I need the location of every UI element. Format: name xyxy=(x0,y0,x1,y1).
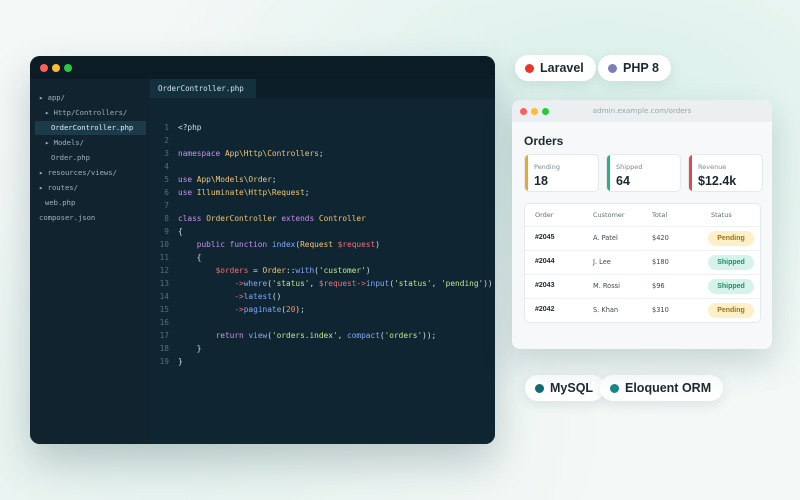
code-line: 4 xyxy=(164,162,169,171)
column-header-status[interactable]: Status xyxy=(711,211,732,219)
status-badge: Pending xyxy=(708,303,754,318)
order-id: #2045 xyxy=(535,234,555,241)
code-line: 7 xyxy=(164,201,169,210)
code-line: 19} xyxy=(159,357,183,366)
column-header-total[interactable]: Total xyxy=(652,211,667,219)
stat-accent-bar xyxy=(607,155,610,191)
php-dot-icon xyxy=(608,63,617,73)
code-editor-window: ▸ app/ ▸ Http/Controllers/ OrderControll… xyxy=(30,56,495,444)
column-header-customer[interactable]: Customer xyxy=(593,211,625,219)
code-line: 15 ->paginate(20); xyxy=(159,305,305,314)
browser-titlebar: admin.example.com/orders xyxy=(512,100,772,122)
stat-value: 64 xyxy=(616,174,630,188)
code-line: 17 return view('orders.index', compact('… xyxy=(159,331,437,340)
tree-file-order[interactable]: Order.php xyxy=(51,151,90,165)
stat-card-revenue: Revenue $12.4k xyxy=(688,154,763,192)
pill-label: Laravel xyxy=(540,61,584,75)
stat-label: Shipped xyxy=(616,163,643,171)
file-explorer: ▸ app/ ▸ Http/Controllers/ OrderControll… xyxy=(30,79,150,444)
stat-accent-bar xyxy=(525,155,528,191)
status-badge: Shipped xyxy=(708,255,754,270)
order-total: $180 xyxy=(652,258,669,266)
order-id: #2044 xyxy=(535,258,555,265)
stat-accent-bar xyxy=(689,155,692,191)
admin-browser-window: admin.example.com/orders Orders Pending … xyxy=(512,100,772,349)
code-line: 8 class OrderController extends Controlle… xyxy=(164,214,366,223)
tree-folder-http-controllers[interactable]: ▸ Http/Controllers/ xyxy=(45,106,127,120)
pill-label: Eloquent ORM xyxy=(625,381,712,395)
code-line: 18 } xyxy=(159,344,202,353)
status-badge: Pending xyxy=(708,231,754,246)
tree-folder-models[interactable]: ▸ Models/ xyxy=(45,136,84,150)
eloquent-dot-icon xyxy=(610,383,619,393)
row-divider xyxy=(525,274,760,275)
tree-file-web[interactable]: web.php xyxy=(45,196,75,210)
code-line: 2 xyxy=(164,136,169,145)
editor-titlebar xyxy=(30,56,495,79)
code-line: 3 namespace App\Http\Controllers; xyxy=(164,149,324,158)
order-id: #2042 xyxy=(535,306,555,313)
order-total: $310 xyxy=(652,306,669,314)
tree-folder-resources-views[interactable]: ▸ resources/views/ xyxy=(39,166,117,180)
stat-card-pending: Pending 18 xyxy=(524,154,599,192)
mysql-dot-icon xyxy=(535,383,544,393)
tree-folder-app[interactable]: ▸ app/ xyxy=(39,91,65,105)
code-line: 16 xyxy=(159,318,169,327)
page-title: Orders xyxy=(524,134,564,148)
orders-table: Order Customer Total Status #2045 A. Pat… xyxy=(524,203,761,323)
order-customer: M. Rossi xyxy=(593,282,620,290)
column-header-order[interactable]: Order xyxy=(535,211,553,219)
minimize-window-icon[interactable] xyxy=(52,64,60,72)
order-total: $420 xyxy=(652,234,669,242)
address-bar[interactable]: admin.example.com/orders xyxy=(512,100,772,122)
code-line: 14 ->latest() xyxy=(159,292,282,301)
row-divider xyxy=(525,226,760,227)
stat-card-shipped: Shipped 64 xyxy=(606,154,681,192)
tree-folder-routes[interactable]: ▸ routes/ xyxy=(39,181,78,195)
code-line: 6 use Illuminate\Http\Request; xyxy=(164,188,310,197)
code-line: 13 ->where('status', $request->input('st… xyxy=(159,279,493,288)
pill-label: MySQL xyxy=(550,381,594,395)
pill-mysql: MySQL xyxy=(525,375,606,401)
pill-php: PHP 8 xyxy=(598,55,671,81)
pill-eloquent-orm: Eloquent ORM xyxy=(600,375,724,401)
code-line: 9{ xyxy=(164,227,183,236)
laravel-dot-icon xyxy=(525,63,534,73)
tree-file-ordercontroller[interactable]: OrderController.php xyxy=(35,121,146,135)
stat-value: $12.4k xyxy=(698,174,737,188)
tab-ordercontroller[interactable]: OrderController.php xyxy=(150,79,256,98)
editor-tab-bar: OrderController.php xyxy=(150,79,495,98)
code-line: 10 public function index(Request $reques… xyxy=(159,240,380,249)
order-customer: A. Patel xyxy=(593,234,618,242)
status-badge: Shipped xyxy=(708,279,754,294)
code-line: 5 use App\Models\Order; xyxy=(164,175,277,184)
row-divider xyxy=(525,250,760,251)
row-divider xyxy=(525,298,760,299)
code-line: 1 <?php xyxy=(164,123,202,132)
order-customer: S. Khan xyxy=(593,306,619,314)
stat-label: Pending xyxy=(534,163,560,171)
close-window-icon[interactable] xyxy=(40,64,48,72)
stat-label: Revenue xyxy=(698,163,727,171)
tree-file-composer[interactable]: composer.json xyxy=(39,211,95,225)
stat-value: 18 xyxy=(534,174,548,188)
code-content[interactable]: 1 <?php 2 3 namespace App\Http\Controllers… xyxy=(150,98,495,444)
code-line: 12 $orders = Order::with('customer') xyxy=(159,266,371,275)
order-id: #2043 xyxy=(535,282,555,289)
pill-label: PHP 8 xyxy=(623,61,659,75)
pill-laravel: Laravel xyxy=(515,55,596,81)
code-line: 11 { xyxy=(159,253,202,262)
maximize-window-icon[interactable] xyxy=(64,64,72,72)
order-total: $96 xyxy=(652,282,665,290)
order-customer: J. Lee xyxy=(593,258,611,266)
